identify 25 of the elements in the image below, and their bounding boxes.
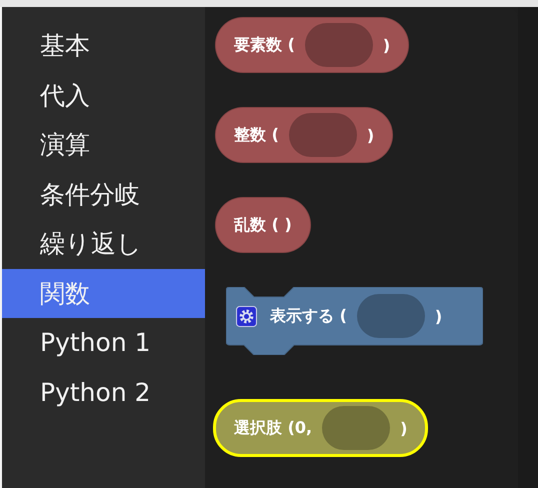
input-slot[interactable]: [322, 406, 390, 450]
statement-block[interactable]: 表示する ( ): [226, 287, 483, 355]
block-label: 乱数 ( ): [234, 214, 292, 236]
reporter-block[interactable]: 整数 ( ): [215, 107, 394, 163]
block-label: 要素数 (: [234, 34, 295, 56]
closing-paren: ): [366, 126, 374, 144]
category-item[interactable]: 演算: [2, 120, 205, 170]
reporter-block[interactable]: 要素数 ( ): [215, 17, 410, 73]
category-item[interactable]: 代入: [2, 70, 205, 120]
gear-icon[interactable]: [236, 306, 257, 326]
reporter-block[interactable]: 乱数 ( ): [215, 197, 311, 253]
input-slot[interactable]: [304, 23, 373, 67]
closing-paren: ): [434, 306, 442, 326]
category-item[interactable]: 条件分岐: [2, 170, 205, 219]
category-item[interactable]: 関数: [2, 268, 205, 318]
block-label: 選択肢 (0,: [234, 418, 312, 438]
block-label: 整数 (: [234, 124, 279, 146]
block-label: 表示する (: [270, 306, 347, 326]
category-item[interactable]: 繰り返し: [2, 219, 205, 268]
category-item[interactable]: Python 1: [2, 318, 205, 368]
category-item[interactable]: 基本: [2, 21, 205, 70]
input-slot[interactable]: [288, 113, 357, 157]
closing-paren: ): [400, 418, 408, 438]
category-item[interactable]: Python 2: [2, 368, 205, 417]
closing-paren: ): [382, 36, 390, 54]
